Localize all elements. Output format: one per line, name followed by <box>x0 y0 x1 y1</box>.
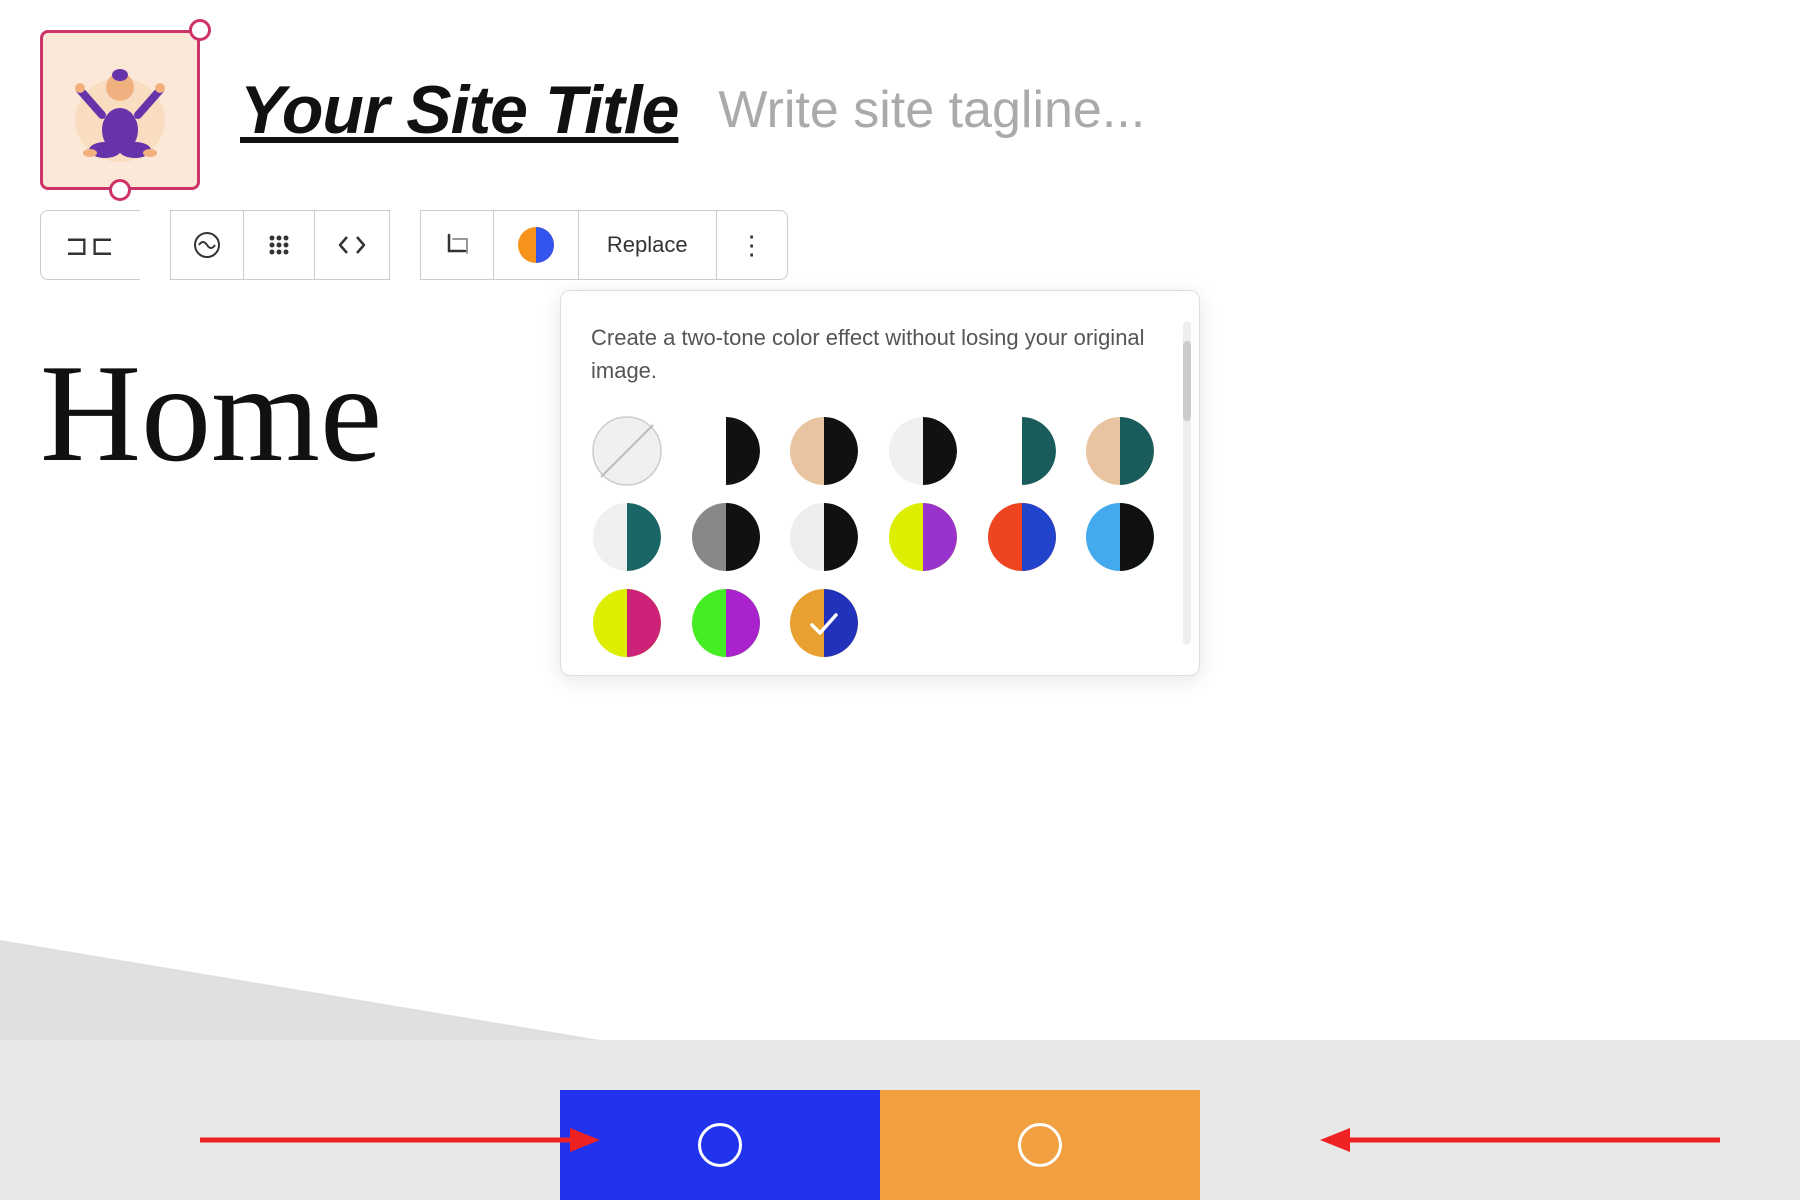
align-icon: ⊐⊏ <box>65 229 116 262</box>
color-swatch-grid <box>591 415 1169 659</box>
main-content: Home Create a two-tone color effect with… <box>0 310 1800 498</box>
swatch-black-gray[interactable] <box>887 415 959 487</box>
swatch-black-gray2[interactable] <box>690 501 762 573</box>
swatch-black-white[interactable] <box>690 415 762 487</box>
wave-button[interactable] <box>171 211 244 279</box>
header: Your Site Title Write site tagline... <box>0 0 1800 210</box>
logo-handle-top[interactable] <box>189 19 211 41</box>
color-panel: Create a two-tone color effect without l… <box>560 290 1200 676</box>
panel-scrollbar-thumb[interactable] <box>1183 341 1191 421</box>
arrow-left <box>200 1110 620 1170</box>
swatch-pink-yellow[interactable] <box>591 587 663 659</box>
logo-box <box>40 30 200 190</box>
color-swatch-button[interactable] <box>494 211 578 279</box>
swatch-purple-green[interactable] <box>690 587 762 659</box>
align-button[interactable]: ⊐⊏ <box>40 210 140 280</box>
wave-icon <box>193 231 221 259</box>
crop-button[interactable] <box>421 211 494 279</box>
swatch-purple-yellow[interactable] <box>887 501 959 573</box>
swatch-teal-peach[interactable] <box>1084 415 1156 487</box>
swatch-teal-white[interactable] <box>986 415 1058 487</box>
crop-icon <box>443 231 471 259</box>
color-picker-bar <box>560 1090 1200 1200</box>
toolbar-group-main <box>170 210 390 280</box>
grid-button[interactable] <box>244 211 315 279</box>
site-title[interactable]: Your Site Title <box>240 71 678 149</box>
swatch-black-blue[interactable] <box>1084 501 1156 573</box>
yoga-icon <box>60 45 180 175</box>
swatch-teal-white2[interactable] <box>591 501 663 573</box>
code-button[interactable] <box>315 211 389 279</box>
swatch-none[interactable] <box>591 415 663 487</box>
bottom-triangle-bg <box>0 940 600 1040</box>
color-circle-secondary[interactable] <box>1018 1123 1062 1167</box>
panel-description: Create a two-tone color effect without l… <box>591 321 1169 387</box>
swatch-blue-red[interactable] <box>986 501 1058 573</box>
toolbar-group-image <box>420 210 579 280</box>
color-circle-primary[interactable] <box>698 1123 742 1167</box>
more-button[interactable]: ⋮ <box>717 210 788 280</box>
swatch-black-white3[interactable] <box>788 501 860 573</box>
arrow-right <box>1300 1110 1720 1170</box>
site-tagline[interactable]: Write site tagline... <box>718 80 1145 140</box>
duotone-swatch-icon <box>516 225 556 265</box>
logo-handle-bottom[interactable] <box>109 179 131 201</box>
replace-button[interactable]: Replace <box>579 210 717 280</box>
bottom-section <box>0 1000 1800 1200</box>
swatch-navy-orange[interactable] <box>788 587 860 659</box>
toolbar: ⊐⊏ <box>0 210 1800 280</box>
code-icon <box>337 232 367 258</box>
panel-scrollbar[interactable] <box>1183 321 1191 645</box>
logo-wrapper[interactable] <box>40 30 200 190</box>
grid-icon <box>266 232 292 258</box>
page-title: Home <box>40 330 382 498</box>
color-bar-secondary[interactable] <box>880 1090 1200 1200</box>
swatch-black-peach[interactable] <box>788 415 860 487</box>
